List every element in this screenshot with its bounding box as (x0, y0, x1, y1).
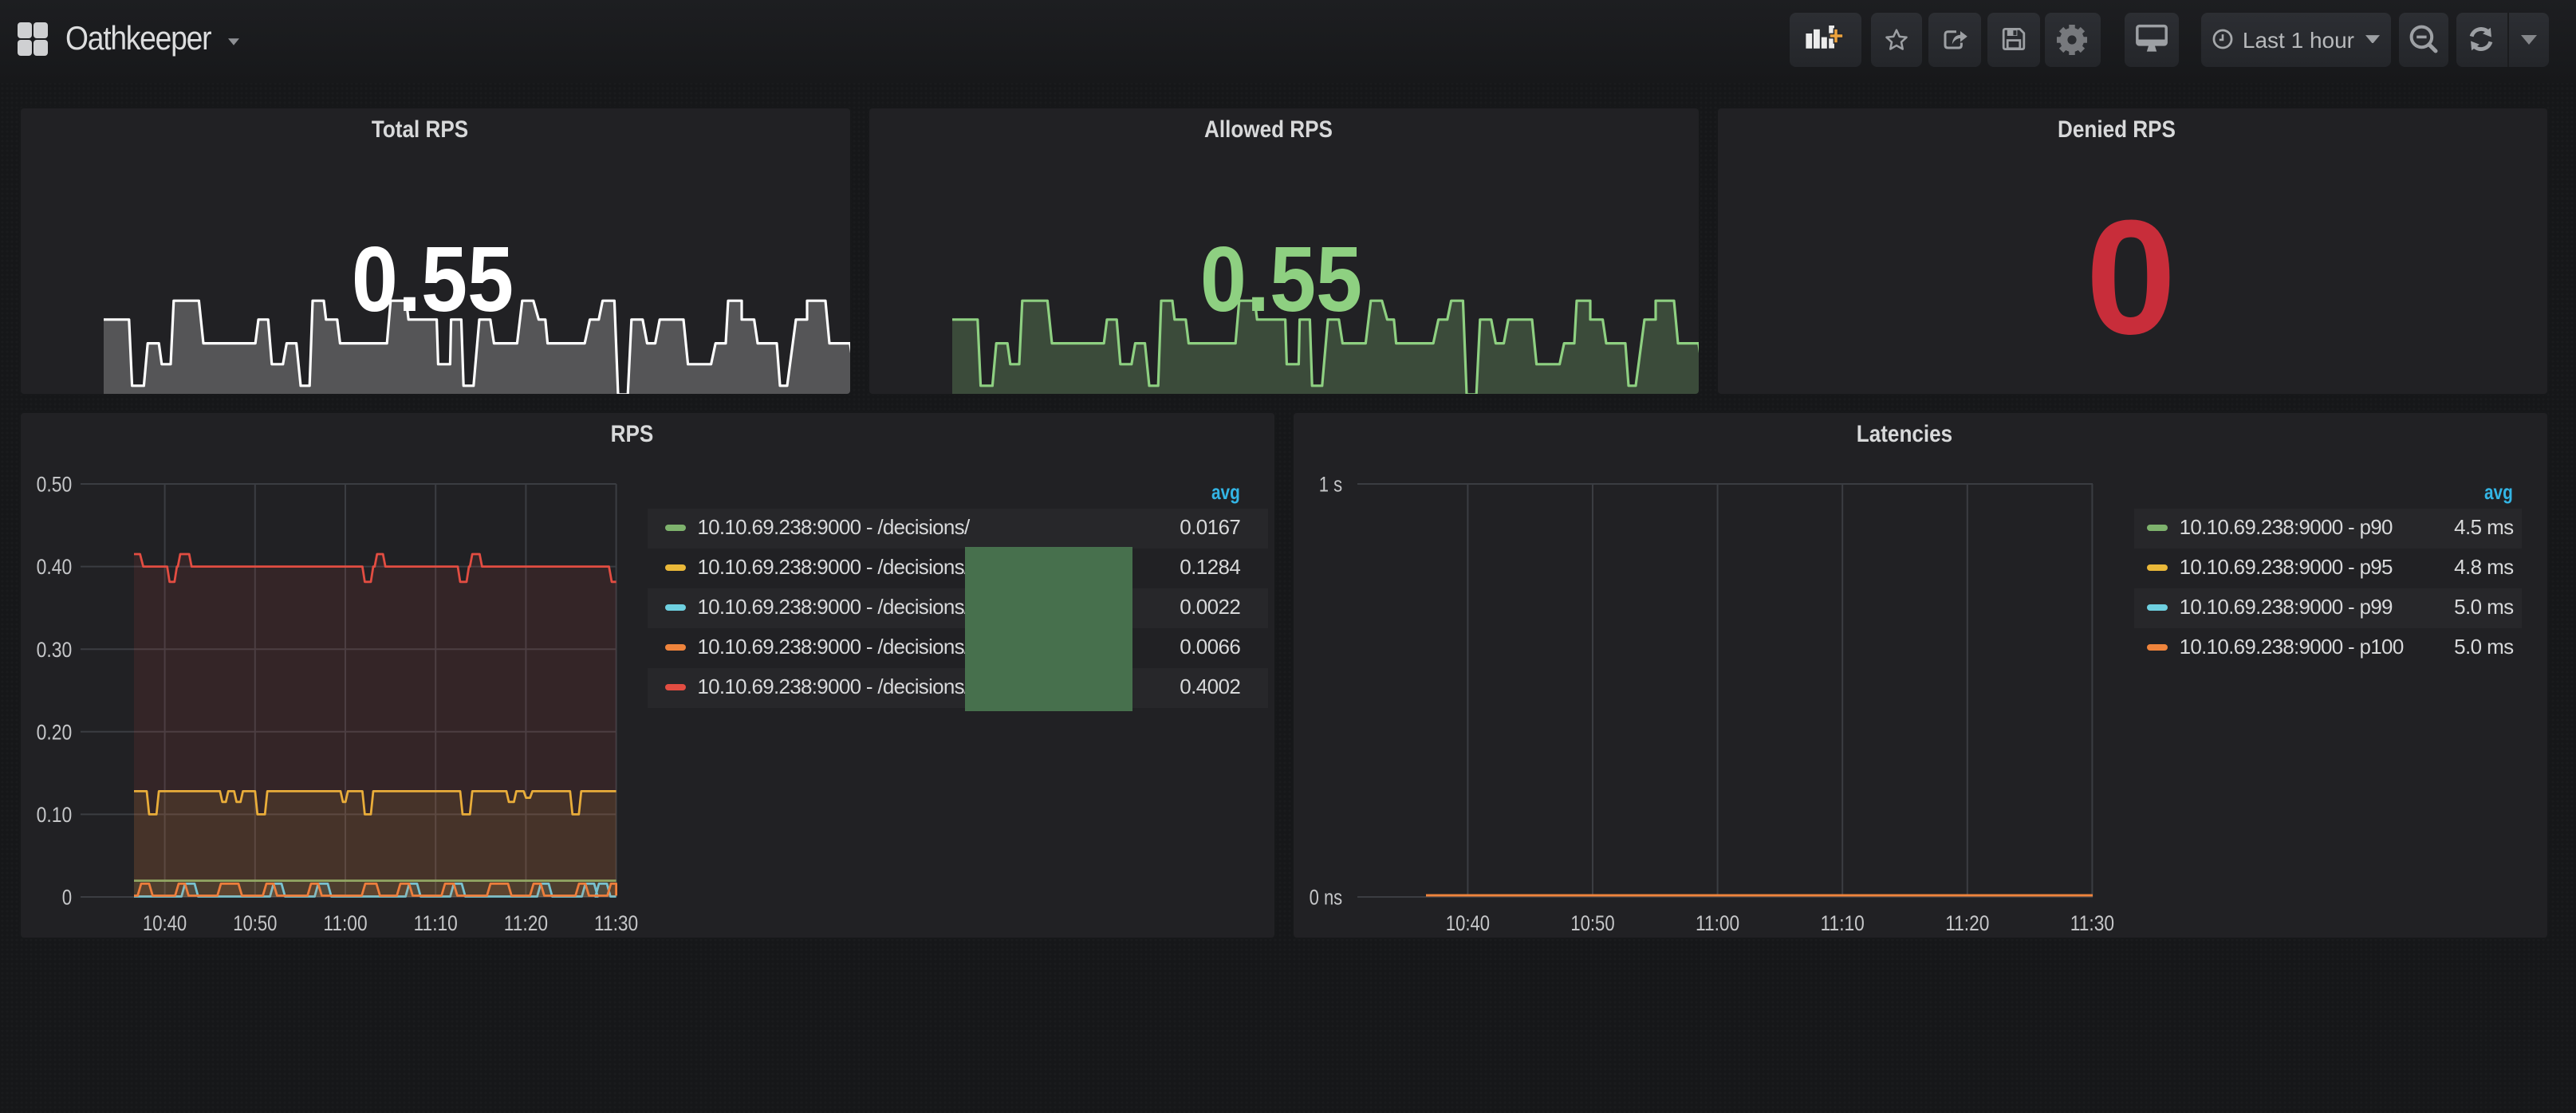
svg-text:11:30: 11:30 (2070, 910, 2114, 934)
svg-text:10:40: 10:40 (1446, 910, 1490, 934)
svg-text:0.10: 0.10 (36, 802, 72, 826)
svg-text:11:30: 11:30 (593, 910, 637, 934)
svg-text:11:00: 11:00 (1696, 910, 1739, 934)
svg-text:0: 0 (61, 885, 71, 909)
svg-text:0.40: 0.40 (36, 554, 72, 578)
svg-text:11:20: 11:20 (1945, 910, 1989, 934)
svg-text:0.20: 0.20 (36, 719, 72, 743)
svg-text:11:00: 11:00 (322, 910, 366, 934)
svg-text:0.50: 0.50 (36, 472, 72, 496)
svg-text:0 ns: 0 ns (1310, 885, 1343, 909)
svg-text:11:10: 11:10 (1821, 910, 1865, 934)
svg-text:10:50: 10:50 (1570, 910, 1614, 934)
svg-text:10:40: 10:40 (142, 910, 186, 934)
svg-text:11:10: 11:10 (413, 910, 457, 934)
svg-text:11:20: 11:20 (503, 910, 547, 934)
svg-text:10:50: 10:50 (232, 910, 276, 934)
svg-text:0.30: 0.30 (36, 637, 72, 661)
svg-text:1 s: 1 s (1319, 472, 1342, 496)
